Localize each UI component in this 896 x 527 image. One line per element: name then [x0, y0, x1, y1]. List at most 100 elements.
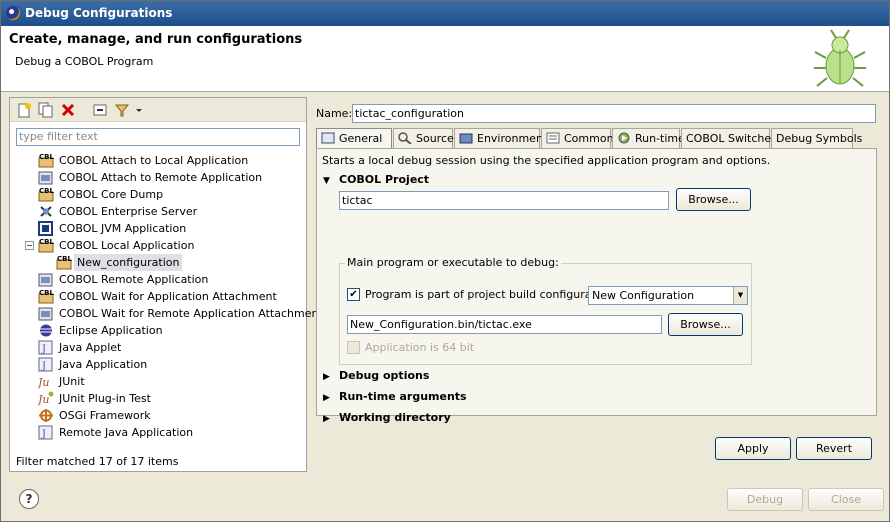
build-config-select[interactable]: New Configuration ▼ [588, 286, 748, 305]
name-label: Name: [316, 107, 353, 120]
browse-program-button[interactable]: Browse... [668, 313, 743, 336]
revert-button[interactable]: Revert [796, 437, 872, 460]
help-icon[interactable]: ? [19, 489, 39, 509]
section-cobol-project[interactable]: ▼ COBOL Project [323, 173, 429, 186]
configuration-editor: Name: tictac_configuration General Sourc… [310, 97, 885, 472]
cbl-icon: CBL [38, 187, 54, 202]
section-working-directory[interactable]: ▶ Working directory [323, 411, 451, 424]
tree-item-label: COBOL Remote Application [59, 273, 209, 286]
tree-item-label: COBOL Enterprise Server [59, 205, 198, 218]
tab-common[interactable]: Common [541, 128, 614, 148]
svg-text:CBL: CBL [39, 187, 54, 195]
bug-icon [814, 29, 866, 87]
tree-item-label: COBOL Core Dump [59, 188, 164, 201]
tree-item[interactable]: COBOL Attach to Remote Application [10, 169, 306, 186]
new-configuration-icon[interactable] [16, 102, 32, 118]
common-tab-icon [546, 132, 560, 144]
svg-text:Ju: Ju [38, 393, 50, 406]
tree-item[interactable]: COBOL JVM Application [10, 220, 306, 237]
browse-project-button[interactable]: Browse... [676, 188, 751, 211]
header-title: Create, manage, and run configurations [9, 32, 303, 47]
cbl-remote-icon [38, 170, 54, 185]
tree-item-label: COBOL Local Application [59, 239, 195, 252]
debug-button[interactable]: Debug [727, 488, 803, 511]
filter-status: Filter matched 17 of 17 items [16, 455, 179, 468]
tree-item-label: JUnit [59, 375, 85, 388]
section-debug-options[interactable]: ▶ Debug options [323, 369, 429, 382]
tree-item-label: COBOL Attach to Remote Application [59, 171, 263, 184]
build-config-checkbox[interactable]: ✔ [347, 288, 360, 301]
tab-runtime[interactable]: Run-time [612, 128, 685, 148]
tree-item[interactable]: COBOL Remote Application [10, 271, 306, 288]
duplicate-icon[interactable] [38, 102, 54, 118]
tree-item[interactable]: J Java Applet [10, 339, 306, 356]
cbl-icon: CBL [38, 238, 54, 253]
svg-text:J: J [41, 361, 46, 372]
collapsed-arrow-icon: ▶ [323, 414, 330, 424]
apply-button[interactable]: Apply [715, 437, 791, 460]
title-bar: Debug Configurations [1, 1, 889, 26]
tab-environment[interactable]: Environment [454, 128, 547, 148]
svg-text:J: J [41, 429, 46, 440]
cbl-remote-icon [38, 272, 54, 287]
filter-icon[interactable] [114, 102, 130, 118]
is64bit-checkbox[interactable] [347, 341, 360, 354]
close-button[interactable]: Close [808, 488, 884, 511]
tree-item[interactable]: Ju JUnit [10, 373, 306, 390]
collapse-toggle-icon[interactable]: − [25, 241, 34, 250]
junit-plugin-icon: Ju [36, 391, 54, 406]
configuration-tree-pane: type filter text CBL COBOL Attach to Loca… [9, 97, 323, 472]
tree-item[interactable]: J Java Application [10, 356, 306, 373]
tree-item[interactable]: − CBL COBOL Local Application [10, 237, 306, 254]
eclipse-icon [38, 323, 54, 338]
view-menu-icon[interactable] [134, 102, 144, 118]
cbl-icon: CBL [38, 153, 54, 168]
name-input[interactable]: tictac_configuration [352, 104, 876, 123]
debug-configurations-dialog: Debug Configurations Create, manage, and… [0, 0, 890, 522]
tree-item-label: Remote Java Application [59, 426, 194, 439]
tree-item[interactable]: CBL COBOL Wait for Application Attachment [10, 288, 306, 305]
delete-icon[interactable] [60, 102, 76, 118]
tree-item-label: COBOL Wait for Remote Application Attach… [59, 307, 323, 320]
junit-icon: Ju [36, 374, 54, 389]
tree-item-new-configuration[interactable]: CBL New_configuration [10, 254, 306, 271]
section-runtime-arguments[interactable]: ▶ Run-time arguments [323, 390, 467, 403]
cbl-remote-icon [38, 306, 54, 321]
collapse-all-icon[interactable] [92, 102, 108, 118]
dialog-header: Create, manage, and run configurations D… [1, 26, 889, 92]
tree-item[interactable]: CBL COBOL Core Dump [10, 186, 306, 203]
svg-text:CBL: CBL [39, 153, 54, 161]
configuration-tree: CBL COBOL Attach to Local Application COBO… [10, 152, 323, 441]
window-title: Debug Configurations [25, 6, 173, 20]
tree-item[interactable]: OSGi Framework [10, 407, 306, 424]
tree-item-label: COBOL Attach to Local Application [59, 154, 249, 167]
cbl-icon: CBL [38, 289, 54, 304]
collapsed-arrow-icon: ▶ [323, 372, 330, 382]
general-tab-icon [321, 132, 335, 144]
tab-cobol-switches[interactable]: COBOL Switches [681, 128, 777, 148]
cobol-project-input[interactable]: tictac [339, 191, 669, 210]
tab-source[interactable]: Source [393, 128, 454, 148]
tree-item[interactable]: Ju JUnit Plug-in Test [10, 390, 306, 407]
source-tab-icon [398, 132, 412, 144]
build-config-checkbox-label: Program is part of project build configu… [365, 288, 617, 301]
svg-text:CBL: CBL [39, 238, 54, 246]
chevron-down-icon: ▼ [733, 287, 747, 304]
tree-item-label: Eclipse Application [59, 324, 163, 337]
is64bit-label: Application is 64 bit [365, 341, 475, 354]
tree-item[interactable]: COBOL Wait for Remote Application Attach… [10, 305, 323, 322]
expanded-arrow-icon: ▼ [323, 176, 330, 186]
tree-item[interactable]: J Remote Java Application [10, 424, 306, 441]
tree-item[interactable]: CBL COBOL Attach to Local Application [10, 152, 306, 169]
environment-tab-icon [459, 133, 473, 144]
program-path-input[interactable]: New_Configuration.bin/tictac.exe [347, 315, 662, 334]
header-subtitle: Debug a COBOL Program [15, 55, 154, 68]
tree-item[interactable]: Eclipse Application [10, 322, 306, 339]
tab-strip: General Source Environment Common Run-ti… [316, 128, 876, 149]
tab-debug-symbols[interactable]: Debug Symbols [771, 128, 862, 148]
tree-item[interactable]: COBOL Enterprise Server [10, 203, 306, 220]
filter-input[interactable]: type filter text [16, 128, 300, 146]
tree-item-label: Java Application [59, 358, 148, 371]
svg-text:CBL: CBL [39, 289, 54, 297]
tab-general[interactable]: General [316, 128, 392, 149]
